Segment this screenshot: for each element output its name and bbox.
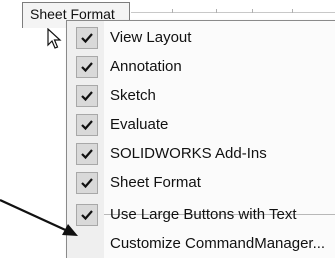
mouse-pointer-icon <box>47 28 62 49</box>
screenshot: Sheet Format View Layout Annotation Sket… <box>0 0 335 258</box>
